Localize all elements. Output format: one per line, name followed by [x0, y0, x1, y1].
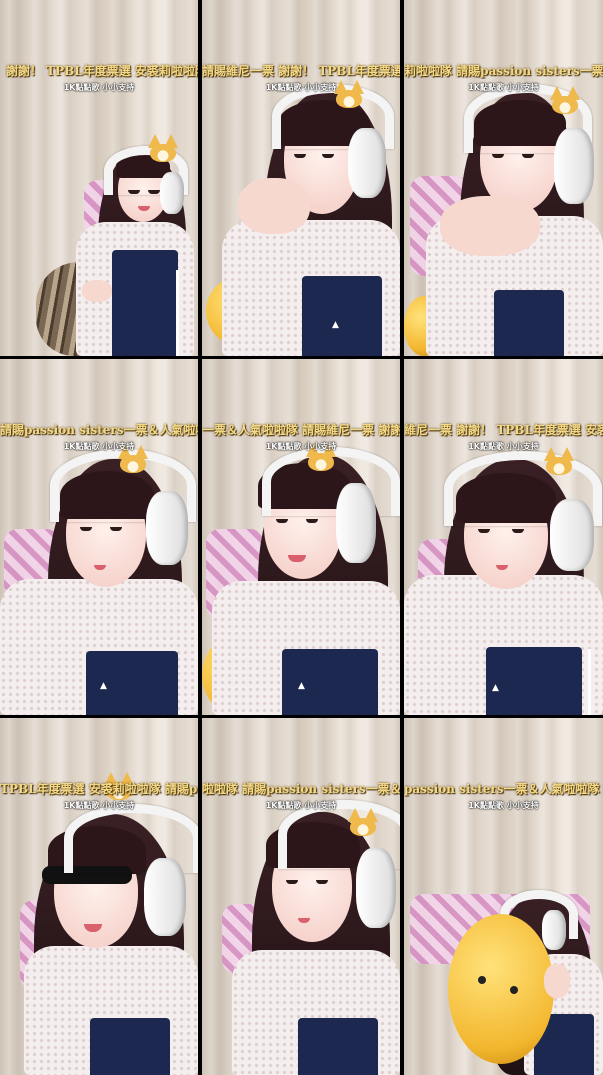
navy-dress	[90, 1018, 170, 1075]
video-frame-5: 一票＆人氣啦啦隊 請賜維尼一票 謝謝！ TPBL年度票選 1K點點歌 小小支持 …	[202, 359, 400, 715]
navy-dress	[282, 649, 378, 715]
navy-dress	[302, 276, 382, 356]
navy-dress	[486, 647, 582, 715]
video-frame-9: passion sisters一票＆人氣啦啦隊 請賜維尼一票 1K點點歌 小小支…	[404, 718, 603, 1075]
ticker-text: 啦啦隊 請賜passion sisters一票＆人氣啦啦隊 請賜	[202, 782, 400, 796]
pooh-plush	[448, 914, 554, 1064]
adidas-logo-icon: ▲	[100, 681, 107, 691]
headset-cup-right	[554, 128, 594, 204]
video-frame-3: 莉啦啦隊 請賜passion sisters一票＆人氣啦啦隊 請賜維尼一票 1K…	[404, 0, 603, 356]
hand-covering-mouth	[238, 178, 310, 234]
dress-stripe	[588, 649, 591, 715]
ticker-text: 維尼一票 謝謝！ TPBL年度票選 安裘莉啦啦	[404, 423, 603, 437]
ticker-text: 一票＆人氣啦啦隊 請賜維尼一票 謝謝！ TPBL年度票選	[202, 423, 400, 437]
headset-cup-right	[348, 128, 386, 198]
headset-cup-right	[542, 910, 566, 950]
headset-cup-right	[550, 499, 594, 571]
ticker-text: passion sisters一票＆人氣啦啦隊 請賜維尼一票	[404, 782, 603, 796]
support-caption: 1K點點歌 小小支持	[265, 442, 337, 451]
hand	[544, 964, 570, 998]
video-frame-8: 啦啦隊 請賜passion sisters一票＆人氣啦啦隊 請賜 1K點點歌 小…	[202, 718, 400, 1075]
dress-stripe	[176, 270, 179, 356]
video-frame-6: 維尼一票 謝謝！ TPBL年度票選 安裘莉啦啦 1K點點歌 小小支持 ▲	[404, 359, 603, 715]
navy-dress	[494, 290, 564, 356]
video-frame-1: ：謝謝！ TPBL年度票選 安裘莉啦啦隊 請賜維尼一票 謝謝！ TPBL年度票選…	[0, 0, 198, 356]
ticker-text: 莉啦啦隊 請賜passion sisters一票＆人氣啦啦隊 請賜維尼一票	[404, 64, 603, 78]
hand	[82, 280, 112, 302]
support-caption: 1K點點歌 小小支持	[468, 83, 539, 92]
ticker-text: 請賜維尼一票 謝謝！ TPBL年度票選 安裘莉啦啦隊 請賜passion sis…	[202, 64, 400, 78]
headset-cup-right	[356, 848, 396, 928]
ticker-text: ：謝謝！ TPBL年度票選 安裘莉啦啦隊 請賜維尼一票 謝謝！ TPBL年度票選…	[0, 64, 198, 78]
headset-cup-right	[336, 483, 376, 563]
video-frame-2: 請賜維尼一票 謝謝！ TPBL年度票選 安裘莉啦啦隊 請賜passion sis…	[202, 0, 400, 356]
support-caption: 1K點點歌 小小支持	[63, 83, 135, 92]
support-caption: 1K點點歌 小小支持	[63, 442, 135, 451]
navy-dress	[112, 250, 178, 356]
support-caption: 1K點點歌 小小支持	[265, 83, 337, 92]
headset-cup-right	[146, 491, 188, 565]
video-frame-4: 請賜passion sisters一票＆人氣啦啦隊 請賜維尼一票 謝謝！ 1K點…	[0, 359, 198, 715]
support-caption: 1K點點歌 小小支持	[63, 801, 135, 810]
support-caption: 1K點點歌 小小支持	[468, 801, 539, 810]
ticker-text: 請賜passion sisters一票＆人氣啦啦隊 請賜維尼一票 謝謝！	[0, 423, 198, 437]
ticker-text: TPBL年度票選 安裘莉啦啦隊 請賜passion sisters	[0, 782, 198, 796]
headset-cup-right	[144, 858, 186, 936]
adidas-logo-icon: ▲	[492, 683, 499, 693]
navy-dress	[298, 1018, 378, 1075]
video-frame-7: TPBL年度票選 安裘莉啦啦隊 請賜passion sisters 1K點點歌 …	[0, 718, 198, 1075]
adidas-logo-icon: ▲	[332, 320, 339, 330]
support-caption: 1K點點歌 小小支持	[265, 801, 337, 810]
adidas-logo-icon: ▲	[298, 681, 305, 691]
headset-cup-right	[160, 172, 184, 214]
video-frame-grid: ：謝謝！ TPBL年度票選 安裘莉啦啦隊 請賜維尼一票 謝謝！ TPBL年度票選…	[0, 0, 603, 1075]
hands	[440, 196, 540, 256]
support-caption: 1K點點歌 小小支持	[468, 442, 539, 451]
